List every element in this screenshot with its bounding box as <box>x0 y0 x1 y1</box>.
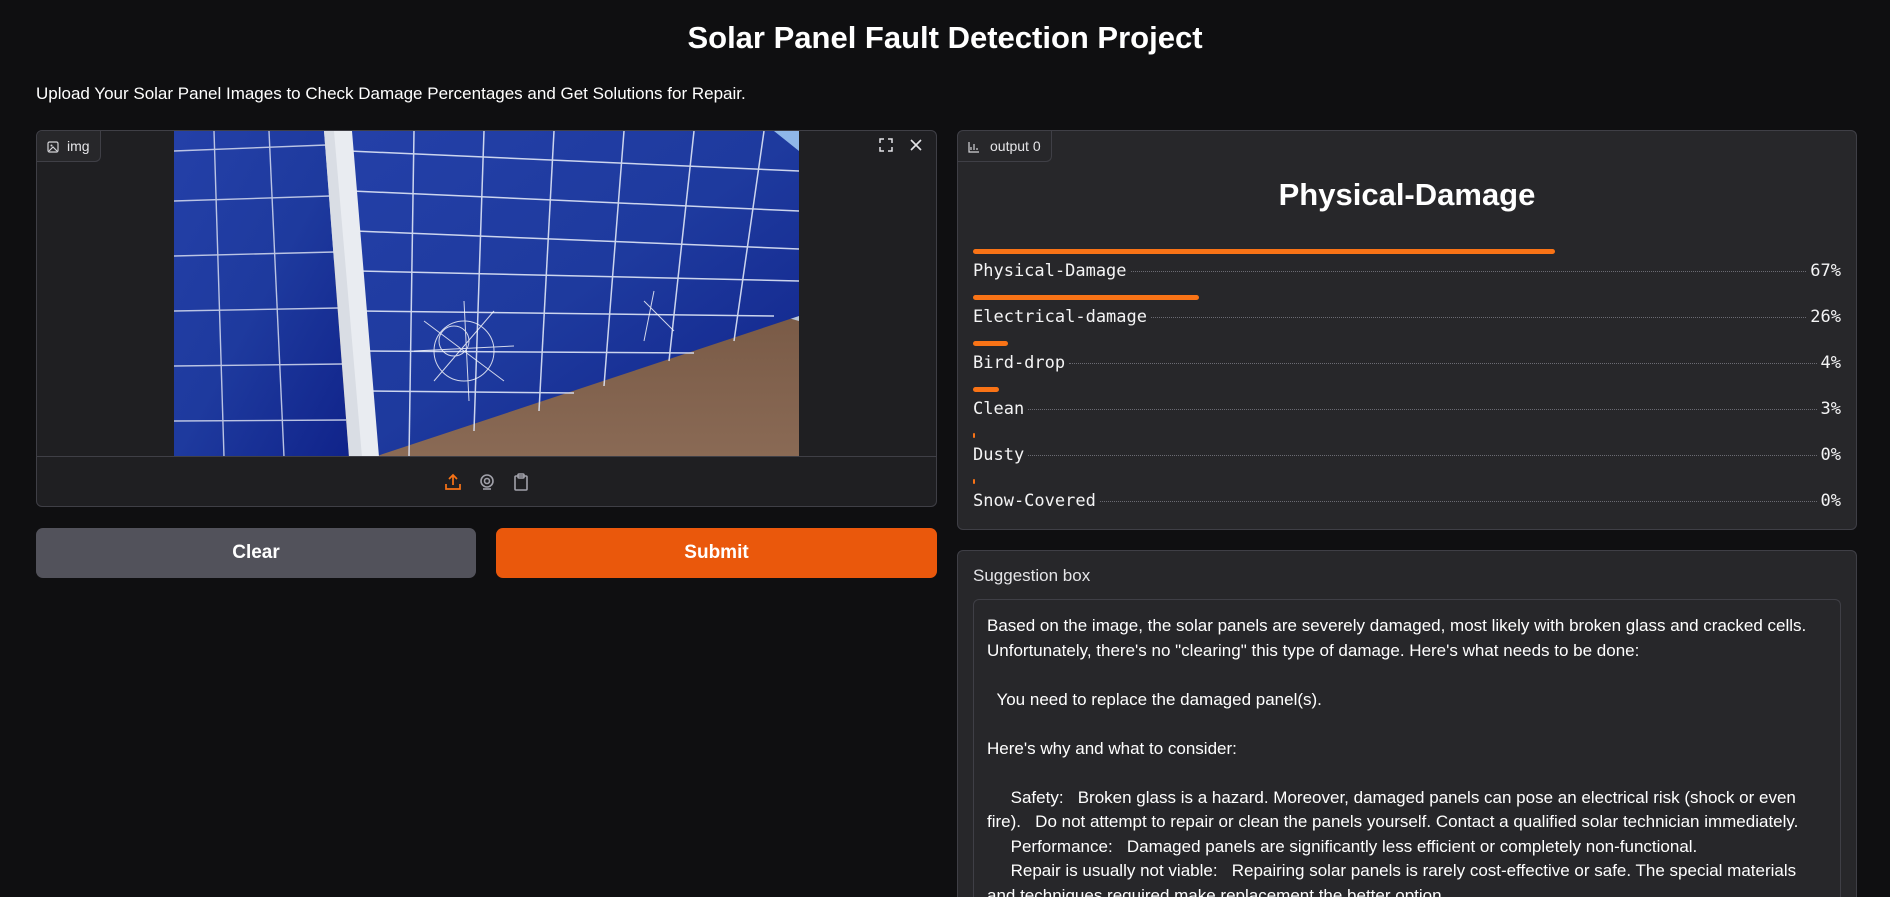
suggestion-paragraph: Repair is usually not viable: Repairing … <box>987 861 1801 897</box>
output-label-panel: output 0 Physical-Damage Physical-Damage… <box>957 130 1857 530</box>
confidence-label: Electrical-damage <box>973 307 1147 327</box>
suggestion-box-label: Suggestion box <box>973 566 1091 585</box>
confidence-value: 3% <box>1820 399 1841 419</box>
confidence-bar <box>973 341 1008 346</box>
confidence-label: Snow-Covered <box>973 491 1096 511</box>
suggestion-paragraph: Based on the image, the solar panels are… <box>987 616 1811 660</box>
confidence-row[interactable]: Snow-Covered 0% <box>973 479 1841 525</box>
dotted-leader <box>1028 409 1817 410</box>
output-label-text: output 0 <box>990 138 1041 154</box>
webcam-icon[interactable] <box>477 472 497 492</box>
confidence-value: 0% <box>1820 445 1841 465</box>
suggestion-panel: Suggestion box Based on the image, the s… <box>957 550 1857 897</box>
confidence-bar <box>973 433 975 438</box>
confidence-row[interactable]: Bird-drop 4% <box>973 341 1841 387</box>
confidence-row[interactable]: Electrical-damage 26% <box>973 295 1841 341</box>
suggestion-paragraph <box>987 712 1827 737</box>
dotted-leader <box>1099 501 1817 502</box>
suggestion-paragraph: Performance: Damaged panels are signific… <box>987 836 1698 856</box>
confidence-label: Bird-drop <box>973 353 1066 373</box>
image-icon <box>47 140 59 153</box>
confidence-bar <box>973 249 1555 254</box>
submit-button[interactable]: Submit <box>496 528 937 578</box>
clipboard-icon[interactable] <box>511 472 531 492</box>
confidence-list: Physical-Damage 67% Electrical-damage 26% Bi… <box>973 249 1841 525</box>
output-label: output 0 <box>958 131 1052 162</box>
confidence-value: 4% <box>1820 353 1841 373</box>
predicted-class: Physical-Damage <box>1278 177 1536 212</box>
uploaded-solar-panel-image <box>174 131 799 457</box>
fullscreen-icon[interactable] <box>876 135 896 155</box>
confidence-row[interactable]: Dusty 0% <box>973 433 1841 479</box>
confidence-bar <box>973 295 1199 300</box>
suggestion-paragraph: Here's why and what to consider: <box>987 738 1237 758</box>
suggestion-textbox[interactable]: Based on the image, the solar panels are… <box>973 599 1841 897</box>
image-source-toolbar <box>37 456 936 506</box>
confidence-label: Clean <box>973 399 1025 419</box>
confidence-value: 26% <box>1810 307 1841 327</box>
image-input-label-text: img <box>67 138 90 154</box>
confidence-value: 0% <box>1820 491 1841 511</box>
confidence-value: 67% <box>1810 261 1841 281</box>
clear-button[interactable]: Clear <box>36 528 476 578</box>
suggestion-paragraph: You need to replace the damaged panel(s)… <box>987 689 1322 709</box>
confidence-label: Dusty <box>973 445 1025 465</box>
bar-chart-icon <box>968 140 980 153</box>
dotted-leader <box>1151 317 1807 318</box>
image-input-label: img <box>37 131 101 162</box>
dotted-leader <box>1028 455 1817 456</box>
confidence-row[interactable]: Physical-Damage 67% <box>973 249 1841 295</box>
confidence-label: Physical-Damage <box>973 261 1127 281</box>
page-title: Solar Panel Fault Detection Project <box>687 20 1203 55</box>
suggestion-paragraph <box>987 663 1827 688</box>
close-icon[interactable] <box>906 135 926 155</box>
confidence-bar <box>973 479 975 484</box>
suggestion-paragraph: Safety: Broken glass is a hazard. Moreov… <box>987 787 1801 832</box>
confidence-bar <box>973 387 1000 392</box>
dotted-leader <box>1069 363 1817 364</box>
dotted-leader <box>1130 271 1807 272</box>
confidence-row[interactable]: Clean 3% <box>973 387 1841 433</box>
page-description: Upload Your Solar Panel Images to Check … <box>36 84 746 103</box>
upload-icon[interactable] <box>443 472 463 492</box>
suggestion-paragraph <box>987 761 1827 786</box>
image-input-panel[interactable]: img <box>36 130 937 507</box>
